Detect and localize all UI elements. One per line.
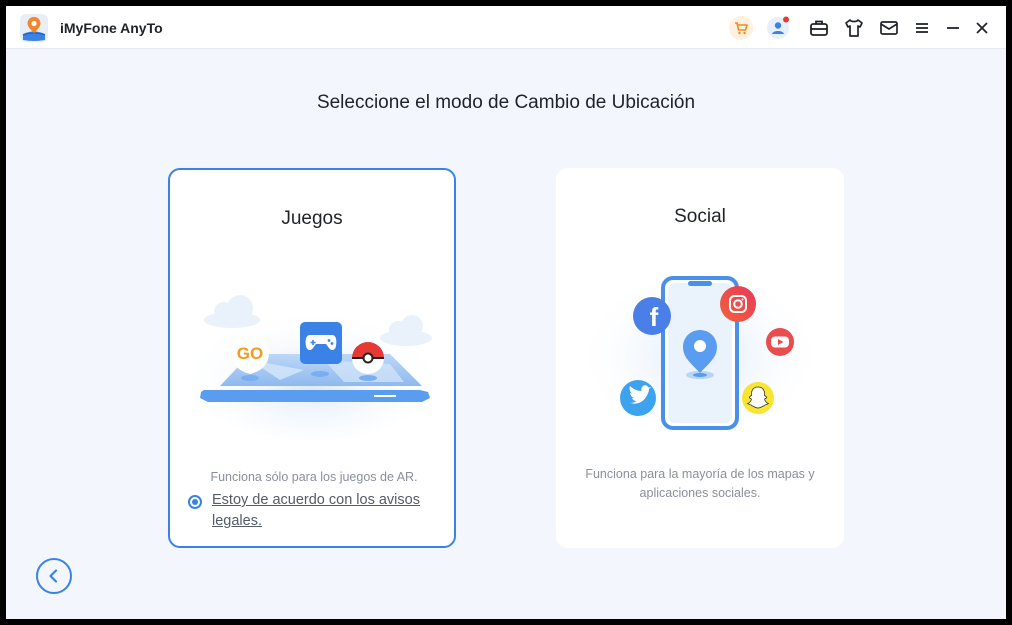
mail-icon[interactable] — [877, 16, 901, 40]
close-icon[interactable] — [970, 16, 994, 40]
card-title: Social — [674, 206, 726, 227]
agree-radio[interactable] — [188, 495, 202, 509]
back-button[interactable] — [36, 558, 72, 594]
account-icon[interactable] — [766, 16, 790, 40]
mode-card-social[interactable]: Social f Funciona para la mayoría de los… — [556, 168, 844, 548]
back-arrow-icon — [49, 569, 58, 583]
card-description: Funciona sólo para los juegos de AR. — [210, 470, 418, 484]
theme-shirt-icon[interactable] — [842, 16, 866, 40]
social-illustration-icon: f — [585, 266, 815, 430]
mode-card-games[interactable]: Juegos GO Funciona sólo para los juegos … — [168, 168, 456, 548]
page-title: Seleccione el modo de Cambio de Ubicació… — [316, 92, 696, 113]
app-window: iMyFone AnyTo Seleccione el modo de Camb… — [6, 6, 1006, 619]
minimize-icon[interactable] — [941, 16, 965, 40]
toolbox-icon[interactable] — [807, 16, 831, 40]
menu-icon[interactable] — [910, 16, 934, 40]
facebook-letter: f — [650, 302, 659, 332]
legal-notice-link[interactable]: Estoy de acuerdo con los avisos legales. — [212, 490, 448, 532]
go-badge-label: GO — [237, 344, 263, 363]
shop-cart-icon[interactable] — [729, 16, 753, 40]
title-bar: iMyFone AnyTo — [6, 6, 1006, 49]
legal-agreement: Estoy de acuerdo con los avisos legales. — [188, 490, 448, 532]
card-title: Juegos — [281, 208, 343, 229]
app-title: iMyFone AnyTo — [60, 20, 163, 36]
app-logo-icon — [20, 14, 48, 42]
card-description: Funciona para la mayoría de los mapas y … — [585, 467, 815, 500]
games-illustration-icon: GO — [186, 295, 438, 440]
